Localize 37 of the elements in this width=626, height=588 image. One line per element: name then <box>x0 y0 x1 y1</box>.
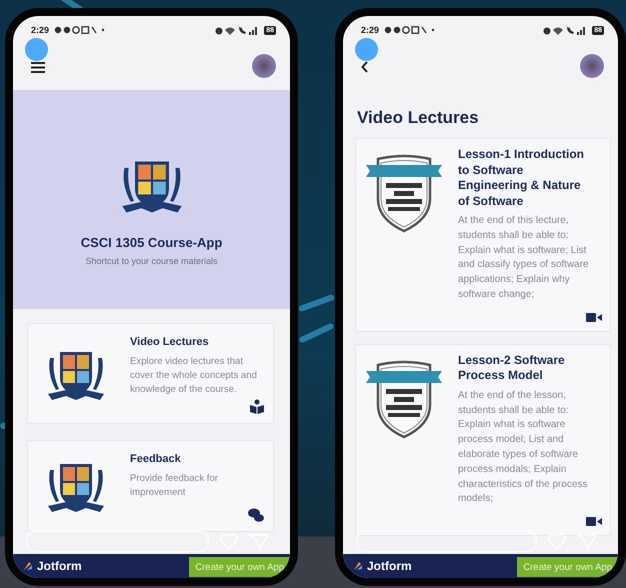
video-camera-icon <box>586 312 602 323</box>
page-heading: Video Lectures <box>356 107 480 129</box>
card-description: Provide feedback for improvement <box>130 472 219 500</box>
status-time: 2:29 <box>361 25 380 35</box>
avatar[interactable] <box>252 54 276 78</box>
app-subtitle: Shortcut to your course materials <box>85 256 218 266</box>
card-description: At the end of this lecture, students shall be able to: Explain what is software; List and classify types of software applications; Explain why software change; <box>458 214 590 302</box>
system-status-icons-drawing <box>215 26 260 34</box>
status-time: 2:29 <box>31 25 50 35</box>
touch-indicator <box>25 38 48 61</box>
app-title: CSCI 1305 Course-App <box>80 235 222 250</box>
system-status-icons-drawing <box>543 26 588 34</box>
card-title: Lesson-1 Introduction to Software Engineering & Nature of Software <box>458 147 585 209</box>
card-title: Feedback <box>130 453 182 466</box>
card-title: Video Lectures <box>130 336 210 349</box>
comment-field[interactable] <box>26 531 209 552</box>
brand-name: Jotform <box>367 559 412 573</box>
card-title: Lesson-2 Software Process Model <box>458 352 566 384</box>
card-description: Explore video lectures that cover the whole concepts and knowledge of the course. <box>130 355 258 397</box>
lecture-card[interactable] <box>355 138 611 332</box>
avatar[interactable] <box>580 54 604 78</box>
notification-icons-drawing <box>384 26 436 34</box>
book-icon <box>249 399 265 415</box>
card-description: At the end of the lesson, students shall be able to: Explain what is software process model; List and elaborate types of software process modals; Explain characteristics of the process models; <box>458 388 588 506</box>
brand-name: Jotform <box>37 559 82 573</box>
lecture-card[interactable] <box>355 344 611 536</box>
back-icon[interactable] <box>361 61 369 73</box>
lecture-card[interactable]: Video Lectures Explore video lectures that cover the whole concepts and knowledge of the course. <box>27 323 274 424</box>
jotform-logo-icon <box>353 561 363 571</box>
comment-field[interactable] <box>356 531 537 552</box>
video-camera-icon <box>586 516 602 528</box>
menu-icon[interactable] <box>31 62 45 73</box>
lecture-card[interactable]: Feedback Provide feedback for improvement <box>27 440 274 532</box>
touch-indicator <box>355 38 378 61</box>
chat-icon <box>247 507 265 523</box>
jotform-logo-icon <box>23 561 33 571</box>
notification-icons-drawing <box>54 26 106 34</box>
